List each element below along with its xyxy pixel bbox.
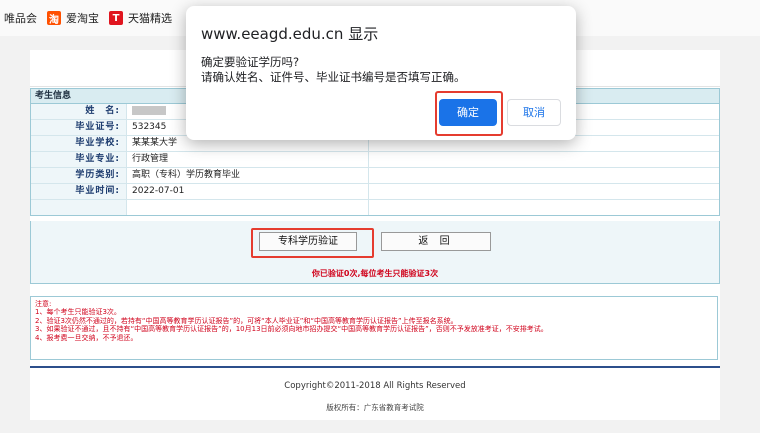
- dialog-title: www.eeagd.edu.cn 显示: [201, 25, 379, 43]
- cancel-button[interactable]: 取消: [507, 99, 561, 126]
- dialog-message-line: 请确认姓名、证件号、毕业证书编号是否填写正确。: [201, 70, 466, 84]
- bookmark-label: 天猫精选: [128, 12, 172, 25]
- info-row-empty: [31, 200, 719, 215]
- note-item: 1、每个考生只能验证3次。: [35, 308, 121, 317]
- bookmark-tmall[interactable]: T 天猫精选: [109, 10, 172, 26]
- info-value: 2022-07-01: [127, 184, 369, 199]
- info-label: 毕业学校:: [31, 136, 127, 151]
- bookmark-label: 爱淘宝: [66, 12, 99, 25]
- info-row-category: 学历类别: 高职（专科）学历教育毕业: [31, 168, 719, 184]
- highlight-verify-button: [251, 228, 374, 258]
- back-button[interactable]: 返 回: [381, 232, 491, 251]
- verification-actions: 专科学历验证 返 回 你已验证0次,每位考生只能验证3次: [30, 221, 720, 284]
- highlight-ok-button: [435, 91, 503, 136]
- bookmark-aitaobao[interactable]: 淘 爱淘宝: [47, 10, 99, 26]
- info-label: 学历类别:: [31, 168, 127, 183]
- note-item: 2、验证3次仍然不通过的，若持有“中国高等教育学历认证报告”的，可将“本人毕业证…: [35, 316, 458, 325]
- info-label-empty: [31, 200, 127, 215]
- info-value: 高职（专科）学历教育毕业: [127, 168, 369, 183]
- footer-owner: 版权所有：广东省教育考试院: [326, 403, 424, 412]
- notes-box: 注意: 1、每个考生只能验证3次。 2、验证3次仍然不通过的，若持有“中国高等教…: [30, 296, 718, 360]
- info-value: 行政管理: [127, 152, 369, 167]
- info-label: 毕业专业:: [31, 152, 127, 167]
- dialog-message-line: 确定要验证学历吗?: [201, 55, 300, 69]
- tmall-icon: T: [109, 11, 123, 25]
- info-label: 毕业时间:: [31, 184, 127, 199]
- confirm-dialog: www.eeagd.edu.cn 显示 确定要验证学历吗? 请确认姓名、证件号、…: [186, 6, 576, 140]
- dialog-message: 确定要验证学历吗? 请确认姓名、证件号、毕业证书编号是否填写正确。: [201, 55, 466, 85]
- taobao-icon: 淘: [47, 11, 61, 26]
- info-row-major: 毕业专业: 行政管理: [31, 152, 719, 168]
- redacted-name: [132, 106, 166, 115]
- note-item: 4、报考费一旦交纳，不予退还。: [35, 333, 138, 342]
- notes-title: 注意:: [35, 300, 52, 308]
- note-item: 3、如果验证不通过，且不持有“中国高等教育学历认证报告”的，10月13日前必须向…: [35, 325, 548, 334]
- attempts-warning: 你已验证0次,每位考生只能验证3次: [311, 269, 439, 278]
- info-row-grad-date: 毕业时间: 2022-07-01: [31, 184, 719, 200]
- footer-divider: [30, 366, 720, 368]
- bookmark-label: 唯品会: [4, 12, 37, 25]
- bookmark-vipshop[interactable]: 唯品会: [4, 10, 37, 26]
- footer-copyright: Copyright©2011-2018 All Rights Reserved: [284, 381, 466, 391]
- info-label: 姓 名:: [31, 104, 127, 119]
- info-value-empty: [127, 200, 369, 215]
- info-label: 毕业证号:: [31, 120, 127, 135]
